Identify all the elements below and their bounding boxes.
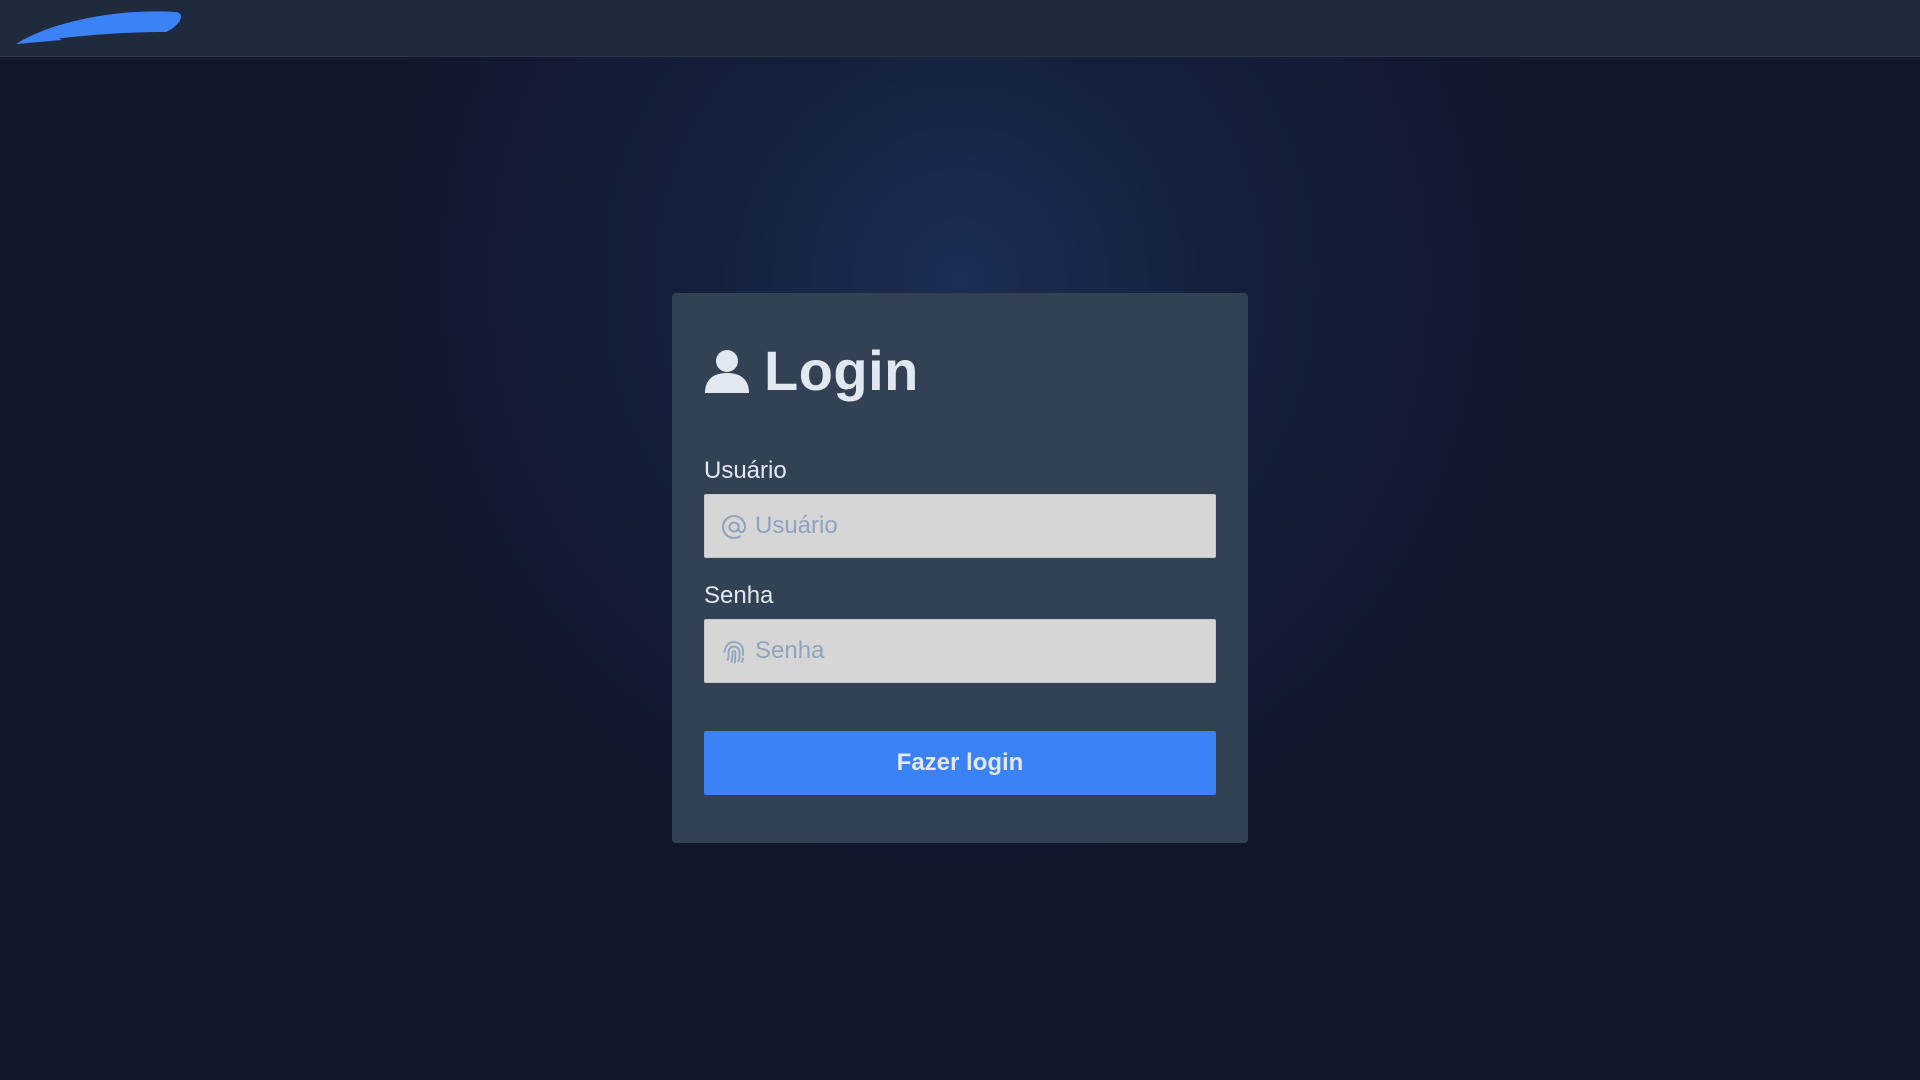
logo-link[interactable] [14,8,182,48]
login-title: Login [704,339,919,403]
password-input[interactable] [755,620,1205,682]
password-label: Senha [704,582,774,609]
username-label: Usuário [704,457,787,484]
username-input[interactable] [755,495,1205,557]
user-icon [705,350,749,393]
at-sign-icon [721,514,747,540]
username-field[interactable] [704,494,1216,558]
fingerprint-icon [723,641,744,664]
top-navbar [0,0,1920,57]
login-title-text: Login [764,339,919,402]
swoosh-logo-icon [16,11,181,44]
login-card: Login Usuário Senha Fazer login [672,293,1248,843]
password-field[interactable] [704,619,1216,683]
login-button[interactable]: Fazer login [704,731,1216,795]
